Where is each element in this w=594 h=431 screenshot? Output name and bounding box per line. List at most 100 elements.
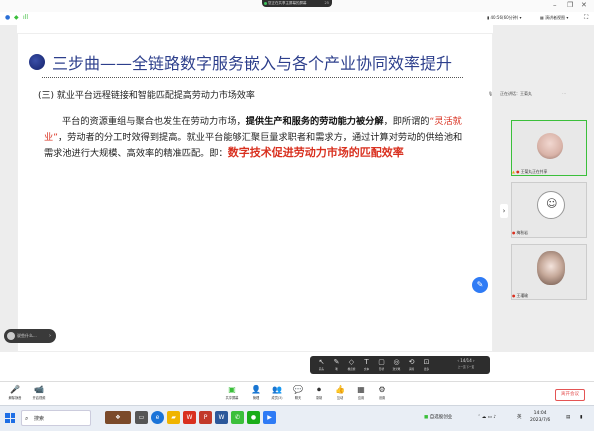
- restore-button[interactable]: ❐: [567, 1, 573, 10]
- next-page-icon[interactable]: ›: [473, 358, 475, 363]
- slide-subtitle: (三) 就业平台远程链接和智能匹配提高劳动力市场效率: [38, 91, 255, 101]
- tool-clear[interactable]: ⟲ 清除: [404, 357, 419, 373]
- share-screen-button[interactable]: ▣ 共享屏幕: [221, 384, 243, 404]
- windows-start-icon[interactable]: [5, 413, 15, 423]
- meeting-timer[interactable]: ▮ 40:56(60分钟) ▾: [487, 14, 522, 22]
- next-page-button[interactable]: 下一页: [466, 366, 474, 369]
- tool-shape[interactable]: ▢ 形状: [374, 357, 389, 373]
- gear-icon: ⚙: [378, 385, 386, 394]
- video-tile-presenter[interactable]: [511, 120, 587, 176]
- tray-icons[interactable]: ˄ ☁ ▭ ♪: [478, 414, 496, 421]
- mic-muted-icon: ●: [516, 169, 520, 174]
- taskbar-search-input[interactable]: ⌕ 搜索: [21, 410, 91, 426]
- wechat-icon[interactable]: ✆: [231, 411, 244, 424]
- collapse-sidebar-button[interactable]: ›: [500, 204, 508, 218]
- notification-icon[interactable]: ▤: [566, 414, 570, 421]
- show-desktop-icon[interactable]: ▮: [580, 414, 582, 421]
- sharing-status-icon: [264, 2, 267, 5]
- apps-button[interactable]: ▦ 应用: [350, 384, 372, 404]
- minimize-button[interactable]: –: [553, 1, 557, 10]
- chat-input-preview[interactable]: 说些什么... ›: [4, 329, 56, 343]
- chevron-up-icon: ˄: [478, 415, 481, 420]
- person-drawing-icon: ☺: [546, 197, 558, 210]
- shared-slide: [17, 33, 493, 352]
- tool-laser[interactable]: ◎ 激光笔: [389, 357, 404, 373]
- shield-icon[interactable]: ◆: [14, 14, 19, 22]
- speaker-label: 正在讲话：王菊丸: [500, 91, 532, 96]
- search-icon: ⌕: [25, 415, 29, 422]
- tool-arrow[interactable]: ↖ 箭头: [314, 357, 329, 373]
- stock-icon: ■: [424, 415, 429, 420]
- ppt-icon[interactable]: P: [199, 411, 212, 424]
- presenter-badge-icon: ▲: [512, 169, 515, 174]
- more-icon[interactable]: ⋯: [562, 88, 566, 100]
- manage-icon: 👤: [251, 385, 261, 394]
- tool-text[interactable]: T 文本: [359, 357, 374, 373]
- members-button[interactable]: 👥 成员(3): [266, 384, 288, 404]
- chat-app-icon[interactable]: ●: [247, 411, 260, 424]
- volume-icon: ♪: [493, 415, 497, 420]
- mic-muted-icon: ●: [512, 230, 516, 235]
- mic-icon: 🎙: [488, 91, 494, 96]
- record-button[interactable]: ⏺ 录制: [308, 384, 330, 404]
- record-icon: ⏺: [317, 385, 321, 394]
- unmute-button[interactable]: 🎤 解除静音: [4, 384, 26, 404]
- file-explorer-icon[interactable]: ▰: [167, 411, 180, 424]
- avatar: [537, 133, 563, 159]
- annotation-fab-icon[interactable]: ✎: [472, 277, 488, 293]
- members-icon: 👥: [272, 385, 282, 394]
- close-button[interactable]: ✕: [581, 1, 587, 10]
- edge-browser-icon[interactable]: e: [151, 411, 164, 424]
- interact-button[interactable]: 👍 互动: [329, 384, 351, 404]
- signal-icon[interactable]: ıll: [23, 14, 28, 22]
- tile-label: ● 梅秋岩: [512, 230, 528, 235]
- taskbar-app-game[interactable]: ❖: [105, 411, 131, 424]
- stage-background-left: [0, 25, 17, 352]
- slide-body-text: 平台的资源重组与聚合也发生在劳动力市场，提供生产和服务的劳动能力被分解，即所谓的…: [44, 116, 463, 159]
- tool-pen[interactable]: ✎ 笔: [329, 357, 344, 373]
- prev-page-button[interactable]: 上一页: [458, 366, 466, 369]
- slide-title: 三步曲——全链路数字服务嵌入与各个产业协同效率提升: [52, 54, 453, 73]
- settings-button[interactable]: ⚙ 设置: [371, 384, 393, 404]
- tile-label: ▲ ● 王菊丸正在共享: [512, 169, 548, 174]
- taskbar-clock[interactable]: 14:04 2023/7/6: [530, 410, 550, 424]
- sharing-label: 您正在共享主屏幕的屏幕: [268, 1, 307, 5]
- layout-icon: ▦: [540, 15, 544, 20]
- sharing-count: 25: [324, 1, 329, 5]
- network-icon: ▭: [487, 415, 492, 420]
- active-speaker-bar: 🎙 正在讲话：王菊丸 ⋯: [486, 88, 591, 100]
- timer-icon: ▮: [487, 15, 490, 20]
- title-bullet-icon: [29, 54, 45, 70]
- video-tile-participant[interactable]: [511, 244, 587, 300]
- avatar: [7, 332, 15, 340]
- chat-button[interactable]: 💬 聊天: [287, 384, 309, 404]
- view-switch[interactable]: ▦ 演讲者视图 ▾: [540, 14, 568, 22]
- mic-muted-icon: ●: [512, 293, 516, 298]
- meeting-app-icon[interactable]: ▶: [263, 411, 276, 424]
- title-divider: [42, 77, 463, 78]
- thumbs-up-icon: 👍: [335, 385, 345, 394]
- info-icon[interactable]: ●: [5, 14, 10, 22]
- tray-stock-app[interactable]: ■ 自选股创业: [424, 414, 452, 421]
- tool-more[interactable]: ⊡ 更多: [419, 357, 434, 373]
- word-icon[interactable]: W: [215, 411, 228, 424]
- chevron-right-icon: ›: [49, 333, 51, 339]
- screen-sharing-indicator[interactable]: 您正在共享主屏幕的屏幕 25: [262, 0, 332, 7]
- cloud-icon: ☁: [481, 415, 487, 420]
- chat-icon: 💬: [293, 385, 303, 394]
- task-view-icon[interactable]: ▭: [135, 411, 148, 424]
- prev-page-icon[interactable]: ‹: [457, 358, 459, 363]
- apps-icon: ▦: [357, 385, 365, 394]
- tile-label: ● 王瑾瑜: [512, 293, 528, 298]
- leave-meeting-button[interactable]: 离开会议: [555, 389, 585, 401]
- mic-off-icon: 🎤: [10, 385, 20, 394]
- input-language[interactable]: 英: [517, 414, 522, 421]
- avatar: ☺: [537, 191, 565, 219]
- manage-button[interactable]: 👤 管理: [245, 384, 267, 404]
- tool-eraser[interactable]: ◇ 橡皮擦: [344, 357, 359, 373]
- start-video-button[interactable]: 📹 开启视频: [28, 384, 50, 404]
- share-screen-icon: ▣: [228, 385, 236, 394]
- camera-off-icon: 📹: [34, 385, 44, 394]
- wps-icon[interactable]: W: [183, 411, 196, 424]
- fullscreen-icon[interactable]: ⛶: [584, 14, 588, 22]
